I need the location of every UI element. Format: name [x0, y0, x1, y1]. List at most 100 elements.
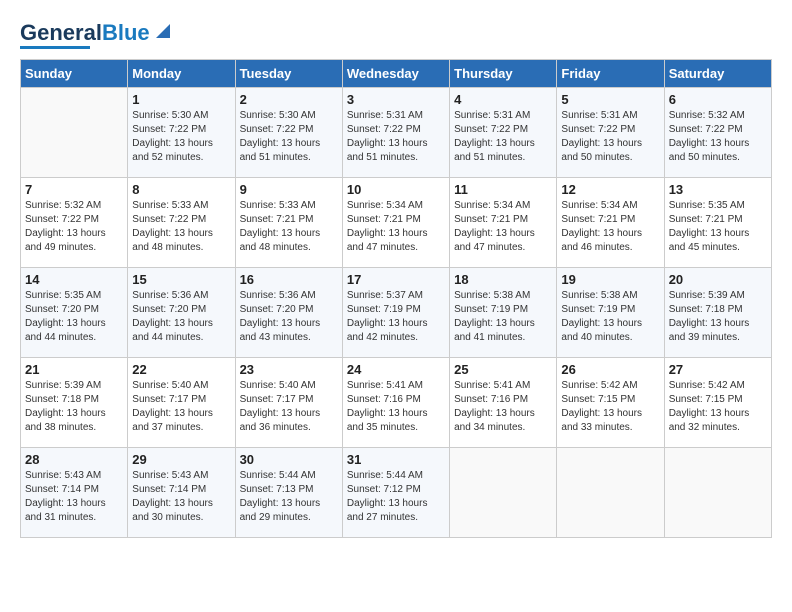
calendar-cell: 5Sunrise: 5:31 AM Sunset: 7:22 PM Daylig…	[557, 88, 664, 178]
logo-text: GeneralBlue	[20, 22, 150, 44]
day-number: 23	[240, 362, 338, 377]
day-number: 18	[454, 272, 552, 287]
calendar-cell: 12 Sunrise: 5:34 AM Sunset: 7:21 PM Dayli…	[557, 178, 664, 268]
page-header: GeneralBlue	[20, 20, 772, 49]
day-number: 4	[454, 92, 552, 107]
calendar-cell: 20Sunrise: 5:39 AM Sunset: 7:18 PM Dayli…	[664, 268, 771, 358]
col-header-thursday: Thursday	[450, 60, 557, 88]
week-row-4: 21 Sunrise: 5:39 AM Sunset: 7:18 PM Dayli…	[21, 358, 772, 448]
day-number: 29	[132, 452, 230, 467]
day-number: 31	[347, 452, 445, 467]
calendar-cell: 24 Sunrise: 5:41 AM Sunset: 7:16 PM Dayli…	[342, 358, 449, 448]
day-number: 21	[25, 362, 123, 377]
day-number: 13	[669, 182, 767, 197]
day-number: 30	[240, 452, 338, 467]
day-number: 8	[132, 182, 230, 197]
calendar-cell: 3Sunrise: 5:31 AM Sunset: 7:22 PM Daylig…	[342, 88, 449, 178]
col-header-sunday: Sunday	[21, 60, 128, 88]
calendar-cell: 11Sunrise: 5:34 AM Sunset: 7:21 PM Dayli…	[450, 178, 557, 268]
day-number: 15	[132, 272, 230, 287]
day-number: 25	[454, 362, 552, 377]
day-number: 16	[240, 272, 338, 287]
calendar-cell: 30 Sunrise: 5:44 AM Sunset: 7:13 PM Dayli…	[235, 448, 342, 538]
logo: GeneralBlue	[20, 20, 174, 49]
week-row-1: 1 Sunrise: 5:30 AM Sunset: 7:22 PM Daylig…	[21, 88, 772, 178]
day-info: Sunrise: 5:42 AM Sunset: 7:15 PM Dayligh…	[561, 379, 659, 435]
day-info: Sunrise: 5:32 AM Sunset: 7:22 PM Dayligh…	[25, 199, 123, 255]
calendar-table: SundayMondayTuesdayWednesdayThursdayFrid…	[20, 59, 772, 538]
day-number: 2	[240, 92, 338, 107]
day-number: 19	[561, 272, 659, 287]
day-number: 11	[454, 182, 552, 197]
calendar-cell	[557, 448, 664, 538]
calendar-cell: 26 Sunrise: 5:42 AM Sunset: 7:15 PM Dayli…	[557, 358, 664, 448]
day-number: 28	[25, 452, 123, 467]
calendar-header-row: SundayMondayTuesdayWednesdayThursdayFrid…	[21, 60, 772, 88]
calendar-cell: 18 Sunrise: 5:38 AM Sunset: 7:19 PM Dayli…	[450, 268, 557, 358]
day-info: Sunrise: 5:31 AM Sunset: 7:22 PM Dayligh…	[347, 109, 445, 165]
day-info: Sunrise: 5:43 AM Sunset: 7:14 PM Dayligh…	[132, 469, 230, 525]
calendar-cell: 1 Sunrise: 5:30 AM Sunset: 7:22 PM Daylig…	[128, 88, 235, 178]
day-number: 26	[561, 362, 659, 377]
calendar-cell: 6 Sunrise: 5:32 AM Sunset: 7:22 PM Daylig…	[664, 88, 771, 178]
day-info: Sunrise: 5:35 AM Sunset: 7:21 PM Dayligh…	[669, 199, 767, 255]
day-number: 12	[561, 182, 659, 197]
calendar-cell: 25 Sunrise: 5:41 AM Sunset: 7:16 PM Dayli…	[450, 358, 557, 448]
day-info: Sunrise: 5:41 AM Sunset: 7:16 PM Dayligh…	[347, 379, 445, 435]
calendar-cell: 15 Sunrise: 5:36 AM Sunset: 7:20 PM Dayli…	[128, 268, 235, 358]
day-info: Sunrise: 5:31 AM Sunset: 7:22 PM Dayligh…	[454, 109, 552, 165]
logo-icon	[152, 20, 174, 42]
day-info: Sunrise: 5:37 AM Sunset: 7:19 PM Dayligh…	[347, 289, 445, 345]
day-info: Sunrise: 5:34 AM Sunset: 7:21 PM Dayligh…	[561, 199, 659, 255]
calendar-cell: 28 Sunrise: 5:43 AM Sunset: 7:14 PM Dayli…	[21, 448, 128, 538]
calendar-cell: 14 Sunrise: 5:35 AM Sunset: 7:20 PM Dayli…	[21, 268, 128, 358]
day-number: 9	[240, 182, 338, 197]
calendar-cell: 22 Sunrise: 5:40 AM Sunset: 7:17 PM Dayli…	[128, 358, 235, 448]
calendar-cell: 7Sunrise: 5:32 AM Sunset: 7:22 PM Daylig…	[21, 178, 128, 268]
day-info: Sunrise: 5:35 AM Sunset: 7:20 PM Dayligh…	[25, 289, 123, 345]
day-number: 24	[347, 362, 445, 377]
col-header-monday: Monday	[128, 60, 235, 88]
day-number: 14	[25, 272, 123, 287]
day-info: Sunrise: 5:36 AM Sunset: 7:20 PM Dayligh…	[240, 289, 338, 345]
day-info: Sunrise: 5:33 AM Sunset: 7:22 PM Dayligh…	[132, 199, 230, 255]
day-info: Sunrise: 5:41 AM Sunset: 7:16 PM Dayligh…	[454, 379, 552, 435]
day-number: 1	[132, 92, 230, 107]
calendar-cell: 4 Sunrise: 5:31 AM Sunset: 7:22 PM Daylig…	[450, 88, 557, 178]
day-info: Sunrise: 5:30 AM Sunset: 7:22 PM Dayligh…	[132, 109, 230, 165]
calendar-cell: 19Sunrise: 5:38 AM Sunset: 7:19 PM Dayli…	[557, 268, 664, 358]
calendar-cell: 2 Sunrise: 5:30 AM Sunset: 7:22 PM Daylig…	[235, 88, 342, 178]
calendar-cell: 16 Sunrise: 5:36 AM Sunset: 7:20 PM Dayli…	[235, 268, 342, 358]
calendar-cell: 31Sunrise: 5:44 AM Sunset: 7:12 PM Dayli…	[342, 448, 449, 538]
day-info: Sunrise: 5:32 AM Sunset: 7:22 PM Dayligh…	[669, 109, 767, 165]
day-number: 17	[347, 272, 445, 287]
day-number: 6	[669, 92, 767, 107]
day-info: Sunrise: 5:39 AM Sunset: 7:18 PM Dayligh…	[25, 379, 123, 435]
day-info: Sunrise: 5:43 AM Sunset: 7:14 PM Dayligh…	[25, 469, 123, 525]
day-info: Sunrise: 5:31 AM Sunset: 7:22 PM Dayligh…	[561, 109, 659, 165]
col-header-saturday: Saturday	[664, 60, 771, 88]
day-info: Sunrise: 5:40 AM Sunset: 7:17 PM Dayligh…	[240, 379, 338, 435]
calendar-cell: 21 Sunrise: 5:39 AM Sunset: 7:18 PM Dayli…	[21, 358, 128, 448]
day-info: Sunrise: 5:38 AM Sunset: 7:19 PM Dayligh…	[454, 289, 552, 345]
calendar-cell: 17 Sunrise: 5:37 AM Sunset: 7:19 PM Dayli…	[342, 268, 449, 358]
day-number: 22	[132, 362, 230, 377]
day-info: Sunrise: 5:30 AM Sunset: 7:22 PM Dayligh…	[240, 109, 338, 165]
day-info: Sunrise: 5:40 AM Sunset: 7:17 PM Dayligh…	[132, 379, 230, 435]
calendar-cell	[21, 88, 128, 178]
day-info: Sunrise: 5:34 AM Sunset: 7:21 PM Dayligh…	[347, 199, 445, 255]
day-info: Sunrise: 5:42 AM Sunset: 7:15 PM Dayligh…	[669, 379, 767, 435]
day-number: 27	[669, 362, 767, 377]
col-header-wednesday: Wednesday	[342, 60, 449, 88]
week-row-3: 14 Sunrise: 5:35 AM Sunset: 7:20 PM Dayli…	[21, 268, 772, 358]
calendar-cell: 23 Sunrise: 5:40 AM Sunset: 7:17 PM Dayli…	[235, 358, 342, 448]
day-number: 20	[669, 272, 767, 287]
day-info: Sunrise: 5:33 AM Sunset: 7:21 PM Dayligh…	[240, 199, 338, 255]
day-info: Sunrise: 5:36 AM Sunset: 7:20 PM Dayligh…	[132, 289, 230, 345]
calendar-cell: 13 Sunrise: 5:35 AM Sunset: 7:21 PM Dayli…	[664, 178, 771, 268]
day-number: 10	[347, 182, 445, 197]
calendar-cell	[664, 448, 771, 538]
calendar-cell	[450, 448, 557, 538]
day-info: Sunrise: 5:44 AM Sunset: 7:13 PM Dayligh…	[240, 469, 338, 525]
calendar-cell: 10 Sunrise: 5:34 AM Sunset: 7:21 PM Dayli…	[342, 178, 449, 268]
